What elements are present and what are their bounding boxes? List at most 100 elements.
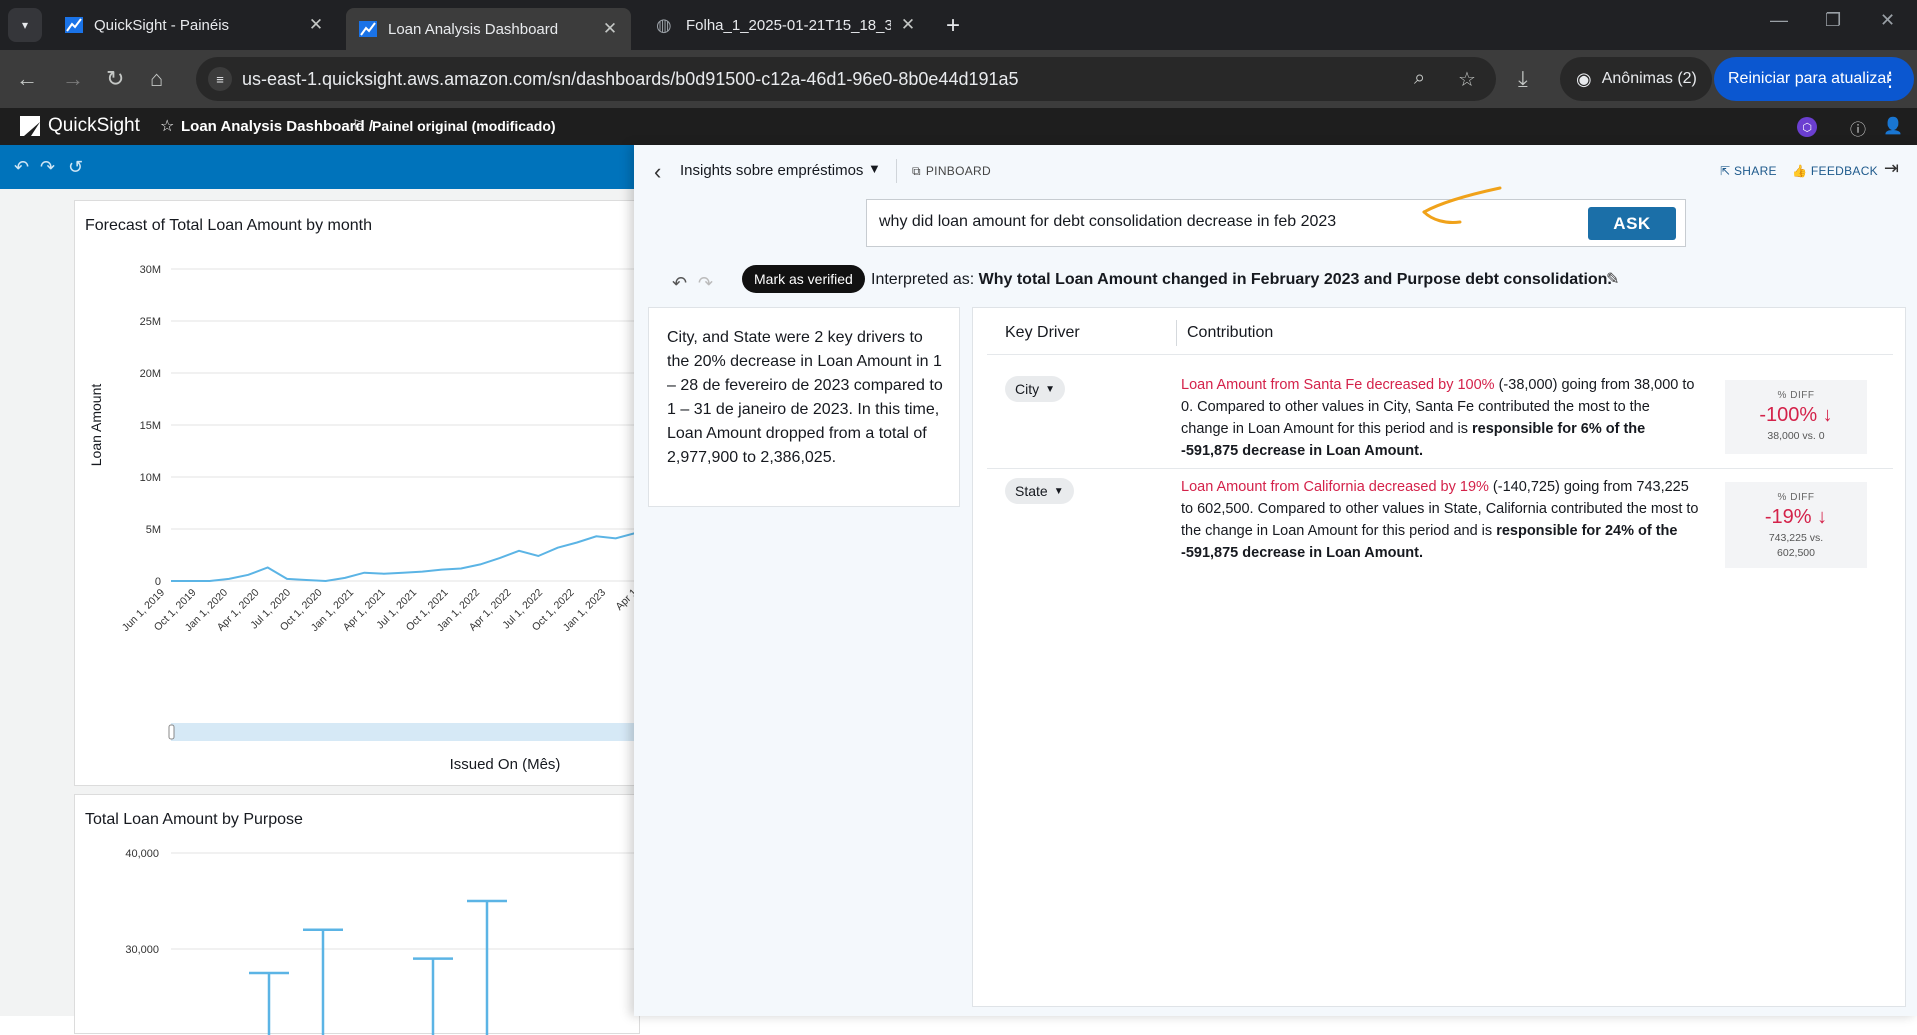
download-icon[interactable]: ⤓ [1518, 66, 1528, 92]
quicksight-header: QuickSight ☆ Loan Analysis Dashboard / ⚐… [0, 108, 1917, 145]
divider [896, 159, 897, 183]
tab-title: QuickSight - Painéis [94, 16, 230, 34]
tab-title: Folha_1_2025-01-21T15_18_36. [686, 16, 891, 34]
quicksight-logo-icon [20, 116, 40, 136]
tab-folha-1[interactable]: ◍ Folha_1_2025-01-21T15_18_36. ✕ [644, 8, 929, 42]
key-driver-header: Key Driver [1005, 324, 1080, 341]
share-button[interactable]: ⇱ SHARE [1720, 164, 1777, 178]
y-axis-label: Loan Amount [88, 384, 104, 467]
address-bar[interactable]: ≡ us-east-1.quicksight.aws.amazon.com/sn… [196, 57, 1496, 101]
more-menu-icon[interactable]: ⋮ [1880, 67, 1900, 92]
forecast-chart-card[interactable]: Forecast of Total Loan Amount by month 3… [74, 200, 641, 787]
tab-quicksight-paineis[interactable]: QuickSight - Painéis ✕ [52, 8, 337, 42]
redo-icon[interactable]: ↷ [40, 157, 55, 178]
dashboard-toolbar: ↶ ↷ ↺ [0, 145, 640, 189]
edit-pencil-icon[interactable]: ✎ [1606, 269, 1619, 289]
home-icon[interactable]: ⌂ [150, 66, 163, 92]
diff-label: % DIFF [1777, 492, 1815, 503]
purpose-chart-card[interactable]: Total Loan Amount by Purpose 40,000 30,00… [74, 794, 641, 1035]
quicksight-logo[interactable]: QuickSight [20, 115, 140, 137]
favorite-star-icon[interactable]: ☆ [160, 116, 174, 136]
incognito-icon: ◉ [1576, 68, 1592, 89]
zoom-icon[interactable]: ⌕ [1414, 67, 1425, 90]
back-icon[interactable]: ← [16, 66, 38, 92]
close-tab-icon[interactable]: ✕ [899, 15, 917, 35]
reload-icon[interactable]: ↻ [106, 66, 124, 92]
ask-button[interactable]: ASK [1588, 207, 1676, 240]
column-divider [1176, 320, 1177, 346]
thumbs-up-icon: 👍 [1792, 164, 1811, 178]
y-tick-label: 30,000 [125, 944, 159, 956]
interpretation: Interpreted as: Why total Loan Amount ch… [871, 271, 1612, 289]
back-chevron-icon[interactable]: ‹ [654, 159, 661, 185]
browser-tab-bar: ▾ QuickSight - Painéis ✕ Loan Analysis D… [0, 0, 1917, 50]
bookmark-star-icon[interactable]: ☆ [1458, 67, 1476, 92]
state-dropdown[interactable]: State ▼ [1005, 478, 1074, 504]
y-tick-label: 40,000 [125, 848, 159, 860]
forward-icon[interactable]: → [62, 66, 84, 92]
feedback-label: FEEDBACK [1810, 164, 1878, 178]
question-input[interactable] [879, 213, 1439, 231]
incognito-indicator[interactable]: ◉ Anônimas (2) [1560, 57, 1712, 101]
bookmark-icon[interactable]: ⚐ [352, 117, 365, 134]
header-divider [987, 354, 1893, 355]
site-info-icon[interactable]: ≡ [208, 67, 232, 91]
share-icon: ⇱ [1720, 164, 1734, 178]
close-tab-icon[interactable]: ✕ [307, 15, 325, 35]
pinboard-icon: ⧉ [912, 164, 921, 178]
restore-icon[interactable]: ❐ [1825, 10, 1841, 31]
diff-value: -19% ↓ [1764, 506, 1828, 528]
close-window-icon[interactable]: ✕ [1880, 10, 1895, 31]
range-slider-track [171, 723, 641, 741]
collapse-panel-icon[interactable]: ⇥ [1884, 158, 1899, 179]
caret-down-icon: ▼ [1045, 383, 1056, 395]
user-icon[interactable]: 👤 [1883, 116, 1903, 136]
feedback-button[interactable]: 👍 FEEDBACK [1792, 164, 1878, 178]
hand-drawn-arrow-annotation [1422, 186, 1502, 224]
minimize-icon[interactable]: — [1770, 10, 1788, 31]
driver-headline: Loan Amount from Santa Fe decreased by 1… [1181, 377, 1495, 393]
browser-toolbar: ← → ↻ ⌂ ≡ us-east-1.quicksight.aws.amazo… [0, 50, 1917, 108]
interpretation-prefix: Interpreted as: [871, 271, 975, 288]
forecast-line-chart[interactable]: 30M25M20M15M10M5M0Loan AmountJun 1, 2019… [75, 201, 641, 787]
caret-down-icon: ▼ [1053, 485, 1064, 497]
q-insights-panel: ‹ Insights sobre empréstimos ▼ ⧉ PINBOARD… [634, 145, 1917, 1016]
dashboard-sheet: Forecast of Total Loan Amount by month 3… [0, 189, 641, 1035]
purpose-chart[interactable]: 40,000 30,000 [75, 795, 641, 1035]
close-tab-icon[interactable]: ✕ [601, 19, 619, 39]
city-dropdown[interactable]: City ▼ [1005, 376, 1066, 402]
redo-icon[interactable]: ↷ [698, 273, 713, 294]
driver-explanation: Loan Amount from Santa Fe decreased by 1… [1181, 374, 1701, 462]
diff-comparison: 38,000 vs. 0 [1767, 430, 1825, 442]
y-tick-label: 5M [146, 524, 161, 536]
quicksight-favicon-icon [65, 17, 83, 33]
tab-search-button[interactable]: ▾ [8, 8, 42, 42]
undo-icon[interactable]: ↶ [672, 273, 687, 294]
undo-icon[interactable]: ↶ [14, 157, 29, 178]
diff-badge: % DIFF -100% ↓ 38,000 vs. 0 [1725, 380, 1867, 454]
amazon-q-icon[interactable]: ⬡ [1797, 117, 1817, 137]
caret-down-icon[interactable]: ▼ [868, 161, 881, 176]
mark-as-verified-button[interactable]: Mark as verified [742, 265, 865, 293]
new-tab-button[interactable]: + [946, 12, 960, 40]
incognito-label: Anônimas (2) [1601, 70, 1697, 87]
diff-badge: % DIFF -19% ↓ 743,225 vs. 602,500 [1725, 482, 1867, 568]
tab-title: Loan Analysis Dashboard [388, 20, 559, 38]
topic-selector[interactable]: Insights sobre empréstimos [680, 162, 863, 179]
url-text[interactable]: us-east-1.quicksight.aws.amazon.com/sn/d… [242, 69, 1019, 90]
sheet-name[interactable]: Painel original (modificado) [372, 118, 556, 134]
help-icon[interactable]: ⓘ [1850, 116, 1866, 140]
y-tick-label: 30M [140, 264, 161, 276]
chip-label: City [1015, 381, 1040, 397]
y-tick-label: 25M [140, 316, 161, 328]
brand-name: QuickSight [48, 115, 140, 136]
reset-icon[interactable]: ↺ [68, 157, 83, 178]
y-tick-label: 10M [140, 472, 161, 484]
dashboard-name[interactable]: Loan Analysis Dashboard / [181, 118, 373, 135]
tab-loan-analysis-dashboard[interactable]: Loan Analysis Dashboard ✕ [346, 8, 631, 50]
summary-card: City, and State were 2 key drivers to th… [648, 307, 960, 507]
summary-text: City, and State were 2 key drivers to th… [667, 329, 943, 466]
chip-label: State [1015, 483, 1048, 499]
pinboard-button[interactable]: ⧉ PINBOARD [912, 164, 991, 179]
restart-update-button[interactable]: Reiniciar para atualizar ⋮ [1714, 57, 1914, 101]
